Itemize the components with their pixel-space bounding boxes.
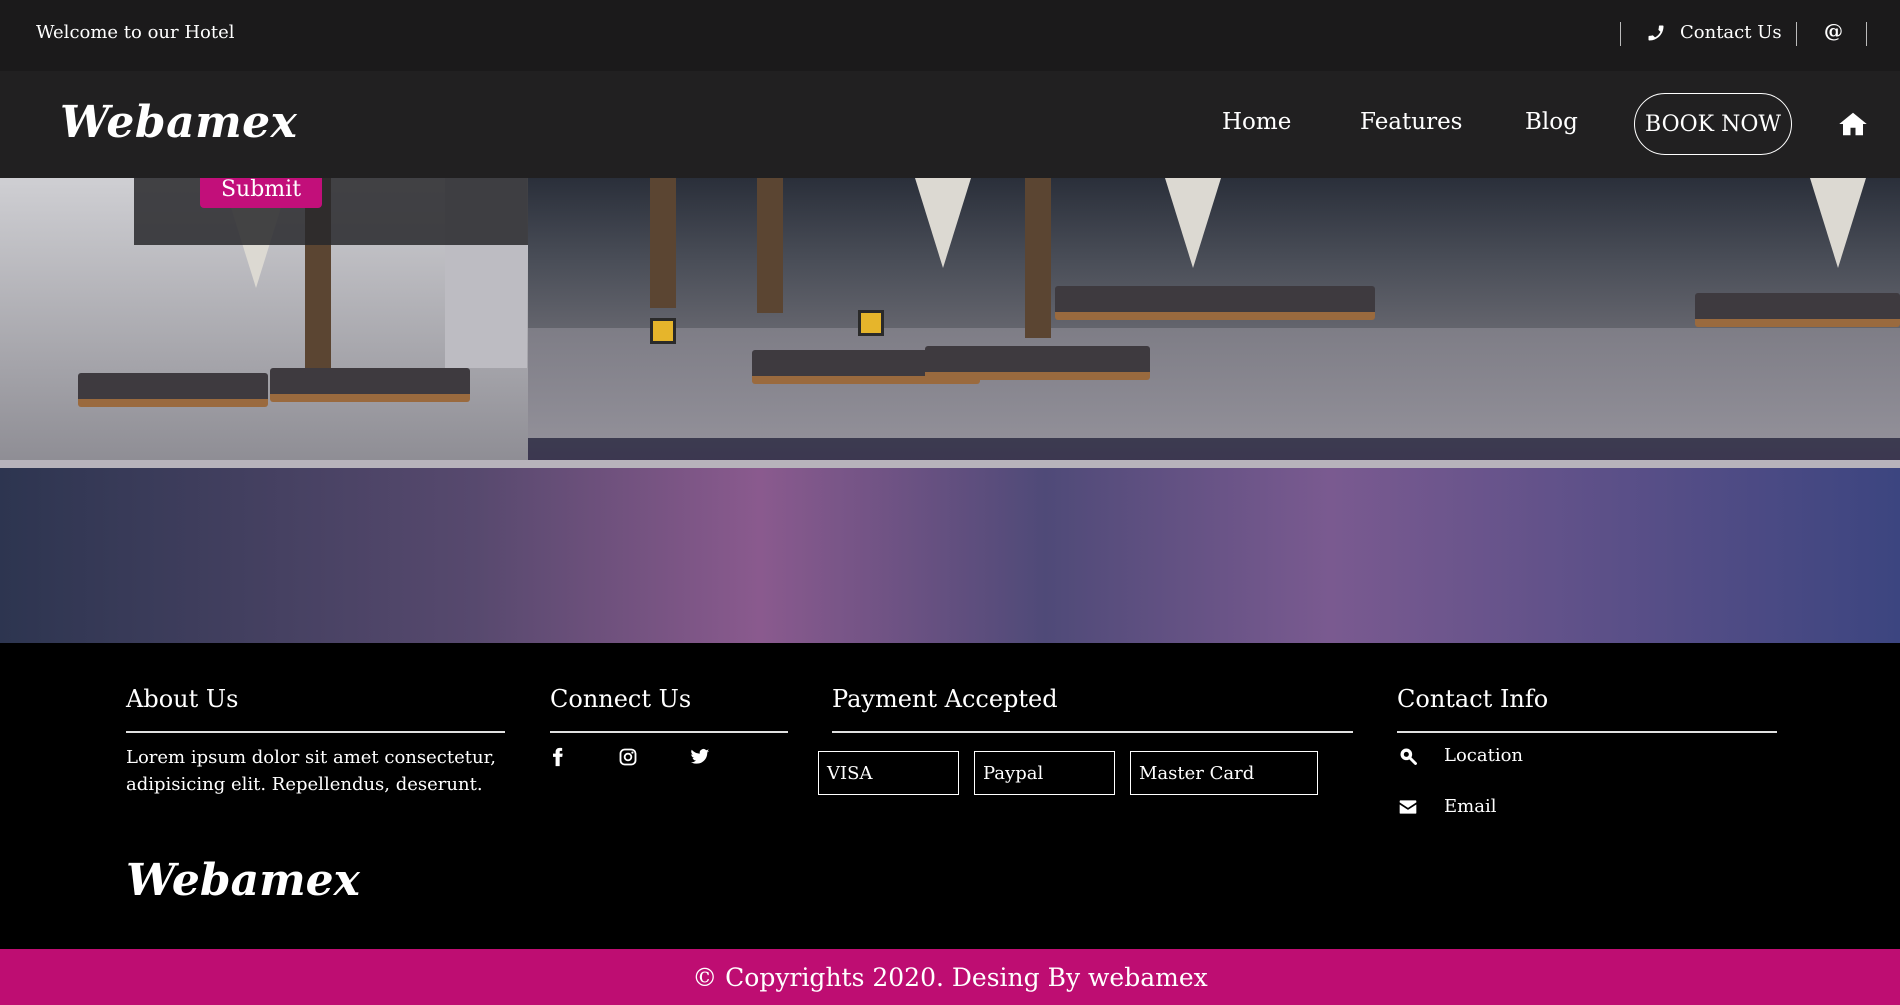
palm-trunk (1025, 178, 1051, 338)
book-now-button[interactable]: BOOK NOW (1634, 93, 1792, 155)
top-bar: Welcome to our Hotel Contact Us @ (0, 0, 1900, 71)
payment-master-card: Master Card (1130, 751, 1318, 795)
divider (126, 731, 505, 733)
contact-location[interactable]: Location (1398, 745, 1523, 766)
nav-blog[interactable]: Blog (1525, 109, 1578, 135)
hero-pool-image: Submit (0, 178, 1900, 643)
palm-trunk (650, 178, 676, 308)
contact-us-label: Contact Us (1680, 22, 1782, 43)
copyright-bar: © Copyrights 2020. Desing By webamex (0, 949, 1900, 1005)
divider (1397, 731, 1777, 733)
nav-features[interactable]: Features (1360, 109, 1463, 135)
brand-logo[interactable]: Webamex (60, 97, 297, 148)
copyright-text: © Copyrights 2020. Desing By webamex (692, 962, 1208, 992)
twitter-icon[interactable] (690, 747, 710, 767)
instagram-icon[interactable] (618, 747, 638, 767)
divider (832, 731, 1353, 733)
envelope-icon (1399, 799, 1417, 814)
lantern (650, 318, 676, 344)
lounger (78, 373, 268, 407)
contact-info-title: Contact Info (1397, 685, 1549, 713)
divider (550, 731, 788, 733)
phone-icon (1648, 25, 1664, 40)
umbrella (1810, 178, 1866, 268)
nav-home[interactable]: Home (1222, 109, 1291, 135)
welcome-text: Welcome to our Hotel (36, 22, 235, 43)
payment-paypal: Paypal (974, 751, 1115, 795)
contact-us-link[interactable]: Contact Us (1646, 22, 1782, 43)
footer: About Us Lorem ipsum dolor sit amet cons… (0, 643, 1900, 949)
umbrella (915, 178, 971, 268)
submit-button[interactable]: Submit (200, 178, 322, 208)
payment-accepted-title: Payment Accepted (832, 685, 1058, 713)
divider (1866, 22, 1867, 46)
main-navbar: Webamex Home Features Blog BOOK NOW (0, 71, 1900, 178)
lantern (858, 310, 884, 336)
about-us-title: About Us (126, 685, 239, 713)
lounger (270, 368, 470, 402)
search-location-icon (1400, 748, 1417, 765)
contact-email[interactable]: Email (1398, 796, 1496, 817)
divider (1796, 22, 1797, 46)
lounger (1055, 286, 1375, 320)
lounger (925, 346, 1150, 380)
payment-visa: VISA (818, 751, 959, 795)
divider (1620, 22, 1621, 46)
pool-water (0, 468, 1900, 643)
email-at-icon[interactable]: @ (1824, 20, 1843, 42)
umbrella (1165, 178, 1221, 268)
contact-email-label: Email (1444, 796, 1497, 817)
palm-trunk (757, 178, 783, 313)
facebook-icon[interactable] (548, 747, 568, 767)
connect-us-title: Connect Us (550, 685, 692, 713)
about-us-text: Lorem ipsum dolor sit amet consectetur, … (126, 747, 496, 795)
lounger (1695, 293, 1900, 327)
contact-location-label: Location (1444, 745, 1524, 766)
home-icon[interactable] (1838, 109, 1868, 139)
footer-brand-logo: Webamex (126, 855, 360, 906)
booking-form-overlay (134, 178, 528, 245)
